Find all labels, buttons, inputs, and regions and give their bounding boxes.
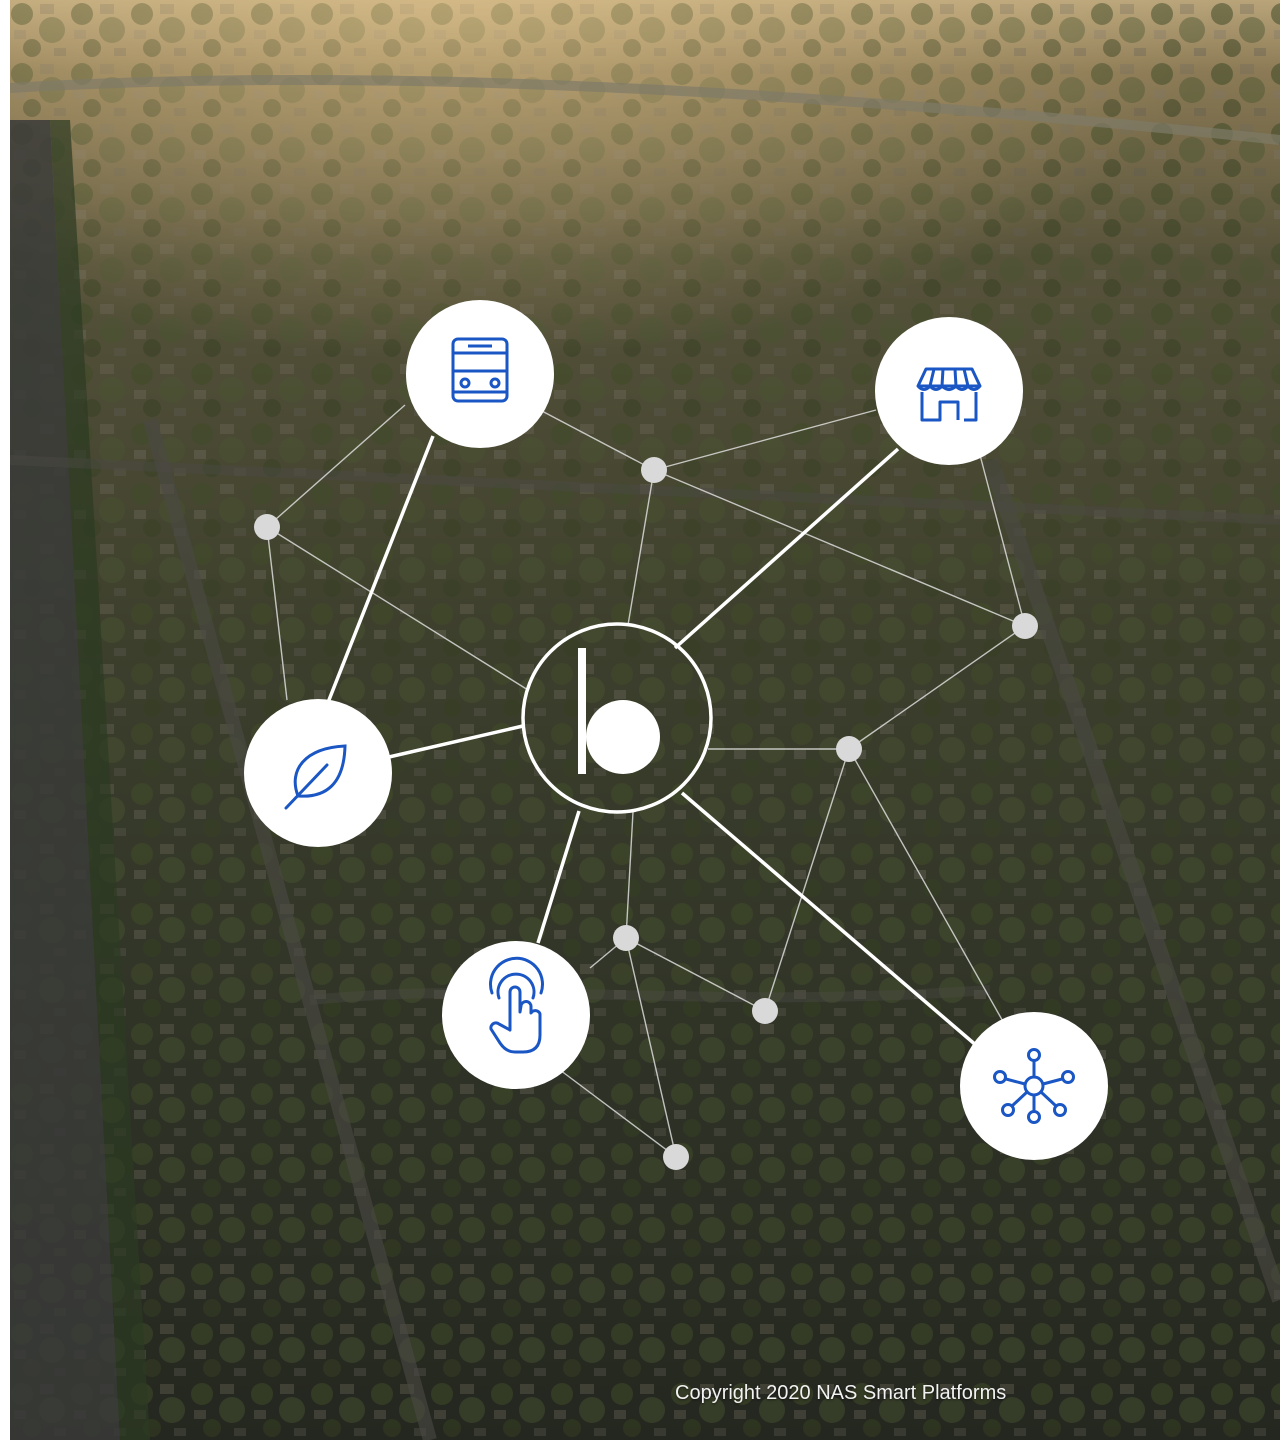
junction-node xyxy=(254,514,280,540)
touch-node xyxy=(442,941,590,1089)
leaf-node xyxy=(244,699,392,847)
junction-node xyxy=(663,1144,689,1170)
junction-node xyxy=(613,925,639,951)
network-diagram xyxy=(244,300,1108,1170)
hub-bar xyxy=(578,648,586,774)
junction-node xyxy=(836,736,862,762)
junction-node xyxy=(752,998,778,1024)
network-node xyxy=(960,1012,1108,1160)
bus-node xyxy=(406,300,554,448)
copyright-text: Copyright 2020 NAS Smart Platforms xyxy=(675,1382,1007,1404)
hub-dot xyxy=(586,700,660,774)
hub-logo xyxy=(521,622,713,814)
store-node xyxy=(875,317,1023,465)
junction-node xyxy=(1012,613,1038,639)
junction-node xyxy=(641,457,667,483)
